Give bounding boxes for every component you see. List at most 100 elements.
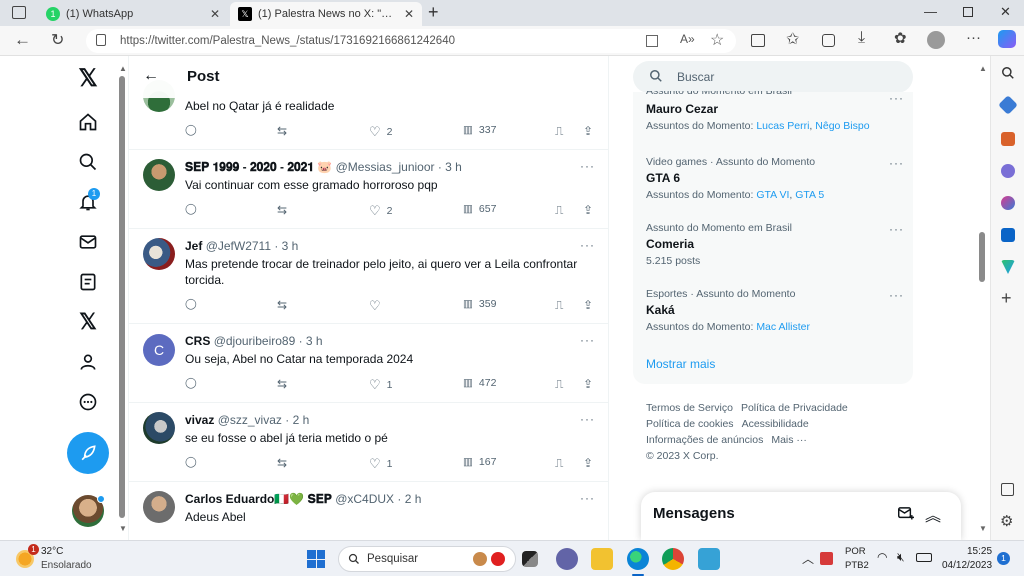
bookmark-button[interactable]: ⎍ [555,203,563,218]
back-icon[interactable]: ← [14,30,31,50]
tweet-row[interactable]: 𝐒𝐄𝐏 𝟏𝟗𝟗𝟗 - 𝟐𝟎𝟐𝟎 - 𝟐𝟎𝟐𝟏 🐷 @Messias_junioo… [129,150,608,229]
search-input[interactable]: Buscar [633,61,913,93]
footer-link[interactable]: Mais ··· [771,434,807,446]
views-button[interactable]: ▥ 657 [463,203,496,215]
lists-icon[interactable] [76,270,100,294]
footer-link[interactable]: Política de cookies [646,418,734,430]
more-options-icon[interactable]: ··· [580,491,595,505]
weather-temp[interactable]: 32°C [41,546,63,557]
scrollbar-thumb[interactable] [119,76,125,518]
footer-link[interactable]: Informações de anúncios [646,434,763,446]
copilot-icon[interactable] [998,30,1016,48]
more-options-icon[interactable]: ··· [889,91,904,105]
avatar[interactable]: C [143,334,175,366]
notification-count-badge[interactable]: 1 [997,552,1010,565]
author-name[interactable]: Carlos Eduardo🇮🇹💚 𝐒𝐄𝐏 [185,492,332,506]
related-link[interactable]: Lucas Perri [756,120,809,132]
more-options-icon[interactable]: ··· [889,288,904,302]
trend-item[interactable]: Video games · Assunto do Momento GTA 6 A… [646,156,906,201]
reply-button[interactable]: ◯ [185,456,197,468]
start-windows-icon[interactable] [307,550,325,568]
show-hidden-icons-icon[interactable]: ︿ [802,550,814,567]
new-tab-icon[interactable]: + [428,2,439,23]
bookmark-button[interactable]: ⎍ [555,456,563,471]
new-message-icon[interactable] [897,505,915,526]
scroll-up-arrow[interactable]: ▲ [119,64,127,73]
favorite-star-icon[interactable]: ☆ [710,30,724,50]
author-name[interactable]: Jef [185,239,202,253]
avatar[interactable] [143,412,175,444]
messages-drawer[interactable]: Mensagens ︽ [641,492,961,540]
tab-actions-icon[interactable] [12,6,26,19]
retweet-button[interactable]: ⇆ [277,203,287,217]
messages-mail-icon[interactable] [76,230,100,254]
show-more-link[interactable]: Mostrar mais [646,357,715,371]
timeline-scrollbar[interactable]: ▲ ▼ [119,64,127,534]
reply-button[interactable]: ◯ [185,124,197,136]
avatar[interactable] [143,159,175,191]
drop-icon[interactable] [1001,260,1015,274]
teams-chat-icon[interactable] [556,548,578,570]
share-button[interactable]: ⇪ [583,203,593,217]
tweet-row[interactable]: C CRS @djouribeiro89 · 3 h ··· Ou seja, … [129,324,608,403]
more-options-icon[interactable]: ··· [889,156,904,170]
task-view-icon[interactable] [522,551,538,567]
volume-muted-icon[interactable]: 🔇︎ [897,550,905,565]
like-button[interactable]: ♡ 2 [369,124,393,140]
author-name[interactable]: CRS [185,334,210,348]
reply-button[interactable]: ◯ [185,377,197,389]
trend-item[interactable]: Assunto do Momento em Brasil Comeria 5.2… [646,222,906,267]
minimize-icon[interactable]: — [924,4,937,19]
more-options-icon[interactable]: ··· [580,333,595,347]
author-handle[interactable]: @szz_vivaz · 2 h [218,413,310,427]
footer-link[interactable]: Acessibilidade [742,418,809,430]
profile-avatar-icon[interactable] [927,31,945,49]
taskbar-search-input[interactable]: Pesquisar [338,546,516,572]
notepad-icon[interactable] [698,548,720,570]
settings-gear-icon[interactable]: ⚙ [1000,512,1013,530]
settings-more-icon[interactable]: ··· [966,29,981,46]
related-link[interactable]: GTA 5 [795,189,824,201]
add-icon[interactable]: + [1001,288,1012,309]
like-button[interactable]: ♡ 1 [369,456,393,472]
downloads-icon[interactable]: ⤓ [858,29,865,47]
author-name[interactable]: vivaz [185,413,214,427]
views-button[interactable]: ▥ 167 [463,456,496,468]
refresh-icon[interactable]: ↻ [51,30,64,50]
back-arrow-icon[interactable]: ← [143,67,159,85]
author-handle[interactable]: @djouribeiro89 · 3 h [214,334,323,348]
close-icon[interactable]: ✕ [404,7,414,21]
language-line1[interactable]: POR [845,546,866,557]
views-button[interactable]: ▥ 359 [463,298,496,310]
clock-date[interactable]: 04/12/2023 [942,560,992,571]
extensions-icon[interactable]: ✿ [894,29,907,47]
collections-icon[interactable] [822,34,835,47]
views-button[interactable]: ▥ 472 [463,377,496,389]
retweet-button[interactable]: ⇆ [277,377,287,391]
reply-button[interactable]: ◯ [185,203,197,215]
scroll-up-arrow[interactable]: ▲ [979,64,987,73]
tweet-row[interactable]: vivaz @szz_vivaz · 2 h ··· se eu fosse o… [129,403,608,482]
games-icon[interactable] [1001,164,1015,178]
x-logo-icon[interactable]: 𝕏 [76,65,100,92]
avatar[interactable] [143,491,175,523]
like-button[interactable]: ♡ 2 [369,203,393,219]
premium-x-icon[interactable]: 𝕏 [76,309,100,334]
footer-link[interactable]: Termos de Serviço [646,402,733,414]
related-link[interactable]: Nêgo Bispo [815,120,869,132]
author-handle[interactable]: @Messias_junioor · 3 h [336,160,462,174]
author-name[interactable]: 𝐒𝐄𝐏 𝟏𝟗𝟗𝟗 - 𝟐𝟎𝟐𝟎 - 𝟐𝟎𝟐𝟏 🐷 [185,160,332,174]
search-icon[interactable] [76,150,100,174]
related-link[interactable]: GTA VI [756,189,789,201]
scroll-down-arrow[interactable]: ▼ [979,524,987,533]
footer-link[interactable]: Política de Privacidade [741,402,848,414]
more-options-icon[interactable]: ··· [580,412,595,426]
tag-icon[interactable] [998,95,1018,115]
battery-icon[interactable] [916,553,932,562]
retweet-button[interactable]: ⇆ [277,456,287,470]
sidebar-toggle-icon[interactable] [1001,483,1014,496]
antivirus-icon[interactable] [820,552,833,565]
restore-icon[interactable] [963,7,973,17]
weather-desc[interactable]: Ensolarado [41,560,92,571]
more-circle-icon[interactable] [76,390,100,414]
